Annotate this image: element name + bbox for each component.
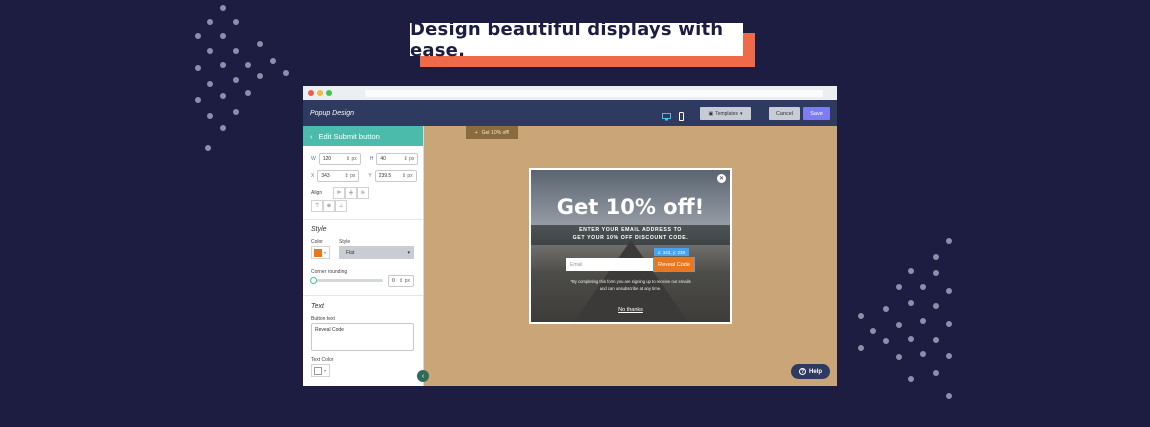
corner-rounding-slider[interactable]	[310, 277, 383, 284]
reveal-code-button[interactable]: Reveal Code	[653, 257, 695, 272]
align-right-icon[interactable]: ⊪	[357, 187, 369, 199]
size-row: W 120 ⇕ px H 40 ⇕ px	[311, 153, 419, 165]
x-label: X	[311, 173, 315, 179]
app-toolbar: Popup Design ▣ Templates ▾ Cancel Save	[303, 100, 837, 126]
panel-header: ‹ Edit Submit button	[303, 126, 423, 146]
teaser-tab-label: Get 10% off!	[481, 129, 510, 136]
desktop-icon[interactable]	[662, 108, 671, 126]
corner-rounding-label: Corner rounding	[311, 269, 348, 275]
caret-down-icon: ▾	[324, 250, 327, 255]
popup-close-icon[interactable]: ✕	[717, 174, 726, 183]
color-label: Color	[311, 239, 323, 245]
divider	[303, 219, 423, 220]
align-middle-icon[interactable]: ⊕	[323, 200, 335, 212]
text-section-title: Text	[311, 303, 324, 310]
text-color-label: Text Color	[311, 357, 334, 363]
color-swatch	[314, 366, 322, 375]
caret-down-icon: ▾	[324, 368, 327, 373]
popup-subtitle-line-2: GET YOUR 10% OFF DISCOUNT CODE.	[572, 235, 689, 241]
slider-handle[interactable]	[310, 277, 317, 284]
email-input[interactable]: Email	[566, 258, 654, 271]
x-value: 343	[321, 173, 330, 179]
dot-pattern-left	[195, 5, 295, 155]
mobile-icon[interactable]	[679, 108, 684, 126]
popup-subtitle-line-1: ENTER YOUR EMAIL ADDRESS TO	[579, 227, 682, 233]
align-top-icon[interactable]: ⊤	[311, 200, 323, 212]
panel-title: Edit Submit button	[318, 131, 380, 141]
height-label: H	[369, 156, 374, 162]
app-window: Popup Design ▣ Templates ▾ Cancel Save ‹…	[303, 86, 837, 386]
help-icon: ?	[798, 368, 806, 375]
style-label: Style	[339, 239, 351, 245]
edit-panel: ‹ Edit Submit button W 120 ⇕ px H 40 ⇕ p…	[303, 126, 424, 386]
color-swatch	[314, 248, 322, 257]
dot-pattern-right	[858, 238, 958, 399]
back-chevron-icon[interactable]: ‹	[310, 132, 313, 141]
address-bar[interactable]	[365, 89, 823, 97]
help-label: Help	[808, 368, 822, 375]
help-button[interactable]: ? Help	[791, 364, 830, 379]
browser-titlebar	[303, 86, 837, 100]
design-canvas[interactable]: + Get 10% off! ✕ Get 10% off! ENTER YOUR…	[424, 126, 837, 386]
popup-disclaimer[interactable]: *By completing this form you are signing…	[531, 278, 730, 292]
text-color-picker[interactable]: ▾	[311, 364, 330, 377]
caret-down-icon: ▾	[407, 249, 410, 256]
save-button[interactable]: Save	[803, 107, 830, 120]
height-field[interactable]: 40 ⇕ px	[376, 153, 419, 165]
button-text-label: Button text	[311, 316, 335, 322]
teaser-tab[interactable]: + Get 10% off!	[466, 126, 518, 139]
corner-rounding-value: 0	[392, 278, 395, 284]
button-text-area[interactable]: Reveal Code	[311, 323, 414, 351]
width-field[interactable]: 120 ⇕ px	[318, 153, 361, 165]
minimize-window-dot[interactable]	[317, 90, 323, 96]
headline-banner: Design beautiful displays with ease.	[410, 19, 755, 67]
style-select[interactable]: Flat ▾	[339, 246, 414, 259]
width-label: W	[311, 156, 316, 162]
align-row: Align ⊫ ╪ ⊪	[311, 187, 369, 199]
align-bottom-icon[interactable]: ⊥	[335, 200, 347, 212]
plus-icon: +	[474, 129, 478, 136]
position-row: X 343 ⇕ px Y 239.5 ⇕ px	[311, 170, 417, 182]
x-unit: ⇕ px	[344, 173, 356, 179]
x-field[interactable]: 343 ⇕ px	[317, 170, 360, 182]
align-left-icon[interactable]: ⊫	[333, 187, 345, 199]
device-switcher	[662, 108, 684, 126]
templates-button[interactable]: ▣ Templates ▾	[700, 107, 751, 120]
button-color-picker[interactable]: ▾	[311, 246, 330, 259]
style-select-value: Flat	[346, 249, 355, 256]
width-unit: ⇕ px	[345, 156, 357, 162]
align-center-icon[interactable]: ╪	[345, 187, 357, 199]
height-unit: ⇕ px	[403, 156, 415, 162]
popup-preview[interactable]: ✕ Get 10% off! ENTER YOUR EMAIL ADDRESS …	[529, 168, 732, 324]
y-field[interactable]: 239.5 ⇕ px	[374, 170, 417, 182]
position-tooltip: x: 343, y: 239	[654, 248, 689, 256]
popup-subtitle[interactable]: ENTER YOUR EMAIL ADDRESS TO GET YOUR 10%…	[531, 226, 730, 242]
templates-label: Templates	[715, 110, 738, 117]
close-window-dot[interactable]	[308, 90, 314, 96]
style-section-title: Style	[311, 226, 327, 233]
disclaimer-line-1: *By completing this form you are signing…	[570, 279, 691, 284]
disclaimer-line-2: and can unsubscribe at any time.	[599, 286, 662, 291]
align-label: Align	[311, 190, 323, 196]
no-thanks-link[interactable]: No thanks	[531, 307, 730, 313]
cancel-button[interactable]: Cancel	[769, 107, 800, 120]
maximize-window-dot[interactable]	[326, 90, 332, 96]
popup-title[interactable]: Get 10% off!	[531, 195, 730, 219]
y-unit: ⇕ px	[401, 173, 413, 179]
width-value: 120	[322, 156, 332, 162]
button-text-value: Reveal Code	[315, 327, 344, 333]
divider	[303, 295, 423, 296]
corner-rounding-unit: ⇕ px	[399, 278, 410, 284]
headline-text: Design beautiful displays with ease.	[410, 19, 743, 61]
app-title: Popup Design	[310, 109, 354, 117]
valign-row: ⊤ ⊕ ⊥	[311, 200, 347, 212]
collapse-panel-button[interactable]: ‹	[417, 370, 429, 382]
caret-down-icon: ▾	[740, 110, 743, 117]
y-value: 239.5	[378, 173, 392, 179]
height-value: 40	[380, 156, 386, 162]
image-icon: ▣	[708, 110, 714, 117]
corner-rounding-field[interactable]: 0 ⇕ px	[388, 275, 414, 287]
y-label: Y	[368, 173, 372, 179]
